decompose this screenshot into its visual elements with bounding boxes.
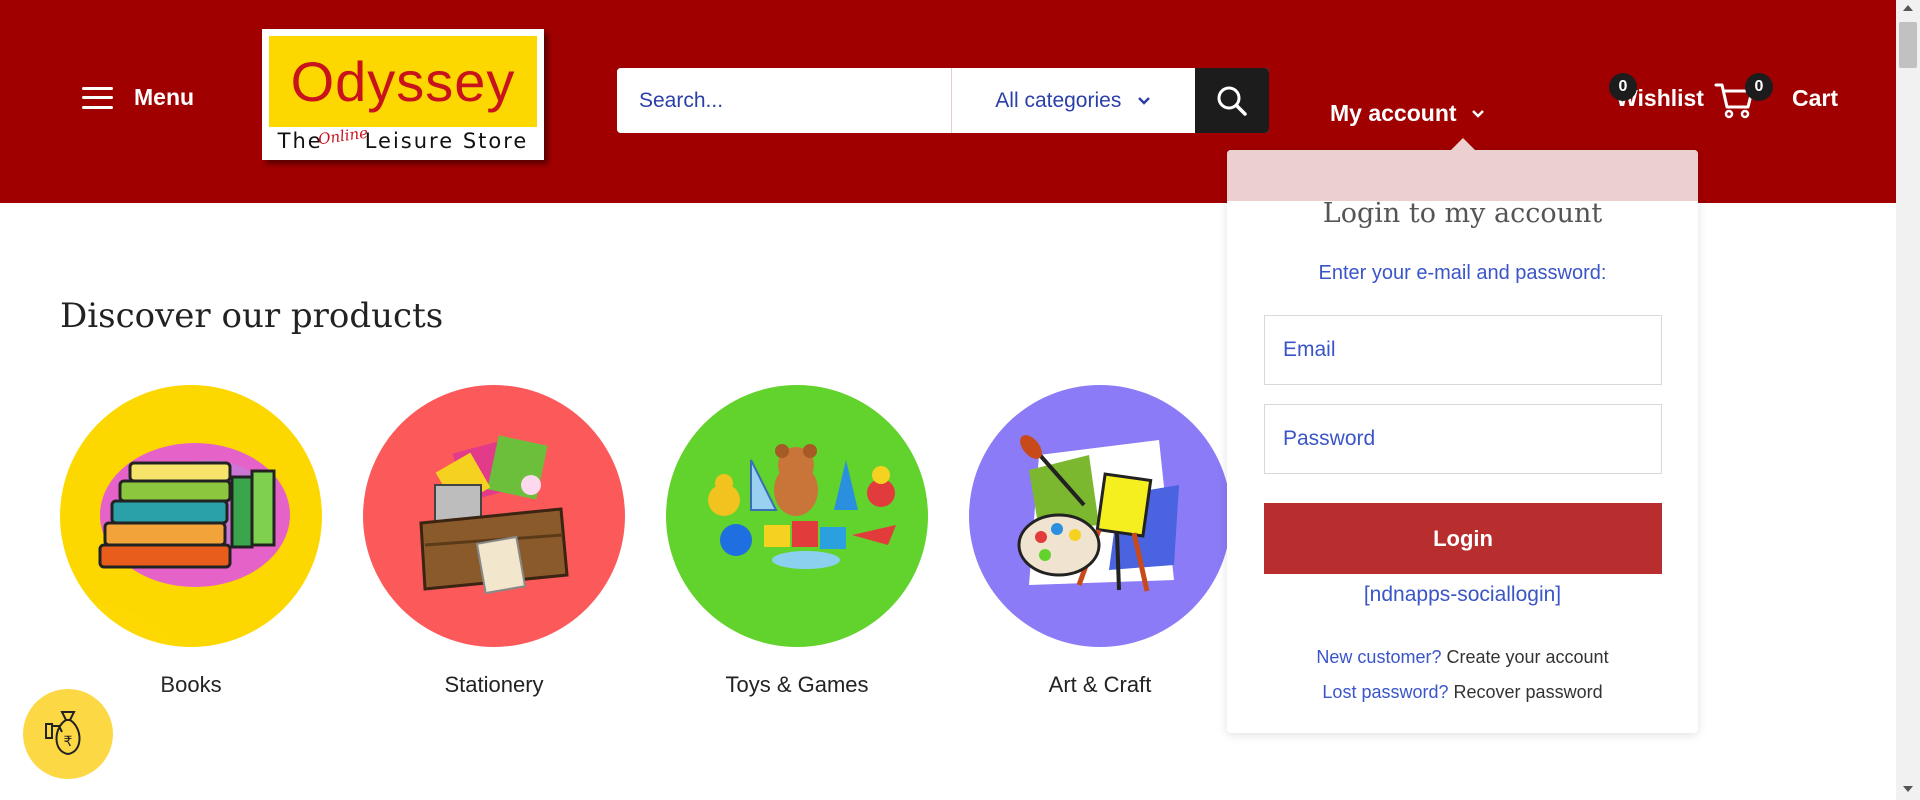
logo-brand-panel: Odyssey [269, 36, 537, 127]
email-field[interactable] [1264, 315, 1662, 385]
art-icon [1017, 435, 1179, 592]
search-bar: All categories [617, 68, 1269, 133]
chevron-down-icon [1138, 96, 1151, 105]
social-login-shortcode: [ndnapps-sociallogin] [1363, 583, 1562, 606]
dropdown-header-tint [1227, 150, 1698, 201]
category-stationery-label: Stationery [444, 672, 544, 697]
create-account-link[interactable]: Create your account [1446, 647, 1608, 667]
new-customer-row: New customer? Create your account [1227, 647, 1698, 668]
search-button[interactable] [1195, 68, 1269, 133]
category-art-craft[interactable]: Art & Craft [969, 385, 1231, 698]
category-art-craft-circle [969, 385, 1231, 647]
search-icon [1217, 86, 1247, 116]
category-select-label: All categories [995, 88, 1122, 112]
category-books[interactable]: Books [60, 385, 322, 698]
login-subtitle: Enter your e-mail and password: [1318, 262, 1607, 284]
menu-button[interactable]: Menu [82, 84, 194, 111]
login-title: Login to my account [1322, 198, 1603, 229]
lost-password-question: Lost password? [1322, 682, 1449, 702]
scroll-up-arrow-icon[interactable] [1903, 5, 1913, 11]
lost-password-row: Lost password? Recover password [1227, 682, 1698, 703]
cart-count-badge: 0 [1745, 73, 1773, 101]
site-logo[interactable]: Odyssey The Leisure Store Online [262, 29, 544, 160]
password-field[interactable] [1264, 404, 1662, 474]
login-dropdown: Login to my account Enter your e-mail an… [1227, 138, 1698, 733]
recover-password-link[interactable]: Recover password [1454, 682, 1603, 702]
hamburger-icon [82, 86, 113, 109]
chevron-down-icon [1471, 109, 1484, 118]
section-title: Discover our products [60, 296, 444, 336]
search-input[interactable] [617, 68, 951, 133]
logo-tagline-end: Leisure Store [364, 129, 529, 153]
books-icon [98, 443, 290, 587]
logo-brand: Odyssey [290, 50, 516, 113]
rupee-money-bag-icon: ₹ [45, 711, 81, 756]
dropdown-caret [1451, 138, 1475, 150]
my-account-label: My account [1330, 100, 1457, 126]
category-books-label: Books [160, 672, 222, 697]
scroll-down-arrow-icon[interactable] [1903, 786, 1913, 792]
stationery-icon [419, 435, 569, 595]
scrollbar-thumb[interactable] [1899, 22, 1917, 68]
wishlist-count-badge: 0 [1609, 73, 1637, 101]
category-toys-games[interactable]: Toys & Games [666, 385, 928, 698]
page: Menu Odyssey TheLeisure Store Online All… [0, 0, 1920, 800]
menu-label: Menu [134, 84, 195, 110]
login-button[interactable]: Login [1264, 503, 1662, 574]
category-stationery-circle [363, 385, 625, 647]
category-stationery[interactable]: Stationery [363, 385, 625, 698]
category-books-circle [60, 385, 322, 647]
page-scrollbar[interactable] [1896, 0, 1920, 800]
category-toys-games-circle [666, 385, 928, 647]
category-art-craft-label: Art & Craft [1048, 672, 1152, 697]
logo-tagline: The Leisure Store [262, 129, 544, 153]
my-account-toggle[interactable]: My account [1330, 100, 1485, 127]
rewards-widget-button[interactable]: ₹ [23, 689, 113, 779]
new-customer-question: New customer? [1316, 647, 1442, 667]
logo-tagline-start: The [277, 129, 323, 153]
cart-link[interactable]: Cart [1792, 85, 1838, 112]
category-toys-games-label: Toys & Games [725, 672, 869, 697]
toys-icon [708, 444, 896, 569]
svg-text:₹: ₹ [64, 734, 73, 750]
category-select[interactable]: All categories [952, 68, 1196, 133]
